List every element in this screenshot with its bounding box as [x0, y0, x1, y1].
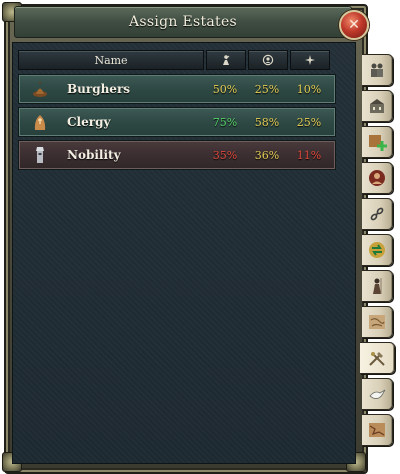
- clergy-icon: [29, 111, 51, 133]
- estate-name: Clergy: [67, 115, 111, 129]
- land-share-value: 10%: [296, 82, 322, 96]
- tab-portrait[interactable]: [362, 162, 393, 194]
- tab-dove[interactable]: [362, 378, 393, 410]
- influence-value: 35%: [212, 148, 238, 162]
- army-tab-icon: [366, 59, 388, 81]
- estate-row-burghers[interactable]: Burghers 50% 25% 10%: [18, 74, 336, 104]
- land-share-icon: [305, 55, 315, 65]
- land-share-value: 25%: [296, 115, 322, 129]
- portrait-tab-icon: [366, 167, 388, 189]
- column-header-influence[interactable]: [206, 50, 246, 70]
- loyalty-icon: [262, 54, 274, 66]
- content-panel: [12, 42, 356, 464]
- column-header-label: Name: [94, 53, 128, 67]
- soldier-tab-icon: [366, 275, 388, 297]
- land-share-value: 11%: [296, 148, 322, 162]
- tab-buildings[interactable]: [362, 90, 393, 122]
- tab-map[interactable]: [362, 306, 393, 338]
- buildings-tab-icon: [366, 95, 388, 117]
- tab-add-province[interactable]: [362, 126, 393, 158]
- assign-estates-window: Assign Estates ✕ Name Burghers 50% 25% 1…: [0, 0, 400, 474]
- nobility-icon: [29, 144, 51, 166]
- window-title: Assign Estates: [128, 14, 238, 30]
- loyalty-value: 58%: [254, 115, 280, 129]
- estate-row-clergy[interactable]: Clergy 75% 58% 25%: [18, 107, 336, 137]
- add-province-tab-icon: [366, 131, 388, 153]
- tab-soldier[interactable]: [362, 270, 393, 302]
- tab-estates[interactable]: [360, 342, 395, 374]
- influence-value: 75%: [212, 115, 238, 129]
- loyalty-value: 36%: [254, 148, 280, 162]
- estates-tab-icon: [366, 347, 388, 369]
- influence-value: 50%: [212, 82, 238, 96]
- dove-tab-icon: [366, 383, 388, 405]
- tab-army[interactable]: [362, 54, 393, 86]
- chain-tab-icon: [366, 203, 388, 225]
- trade-tab-icon: [366, 239, 388, 261]
- tab-trade[interactable]: [362, 234, 393, 266]
- column-header-land-share[interactable]: [290, 50, 330, 70]
- loyalty-value: 25%: [254, 82, 280, 96]
- estate-name: Burghers: [67, 82, 131, 96]
- estate-name: Nobility: [67, 148, 121, 162]
- column-header-name[interactable]: Name: [18, 50, 204, 70]
- province-map-tab-icon: [366, 419, 388, 441]
- column-header-loyalty[interactable]: [248, 50, 288, 70]
- burghers-icon: [29, 78, 51, 100]
- influence-icon: [223, 55, 230, 65]
- tab-chain[interactable]: [362, 198, 393, 230]
- estate-row-nobility[interactable]: Nobility 35% 36% 11%: [18, 140, 336, 170]
- close-button[interactable]: ✕: [339, 10, 369, 40]
- map-tab-icon: [366, 311, 388, 333]
- close-x-icon: ✕: [348, 17, 360, 33]
- tab-province-map[interactable]: [362, 414, 393, 446]
- title-bar: Assign Estates: [14, 6, 352, 38]
